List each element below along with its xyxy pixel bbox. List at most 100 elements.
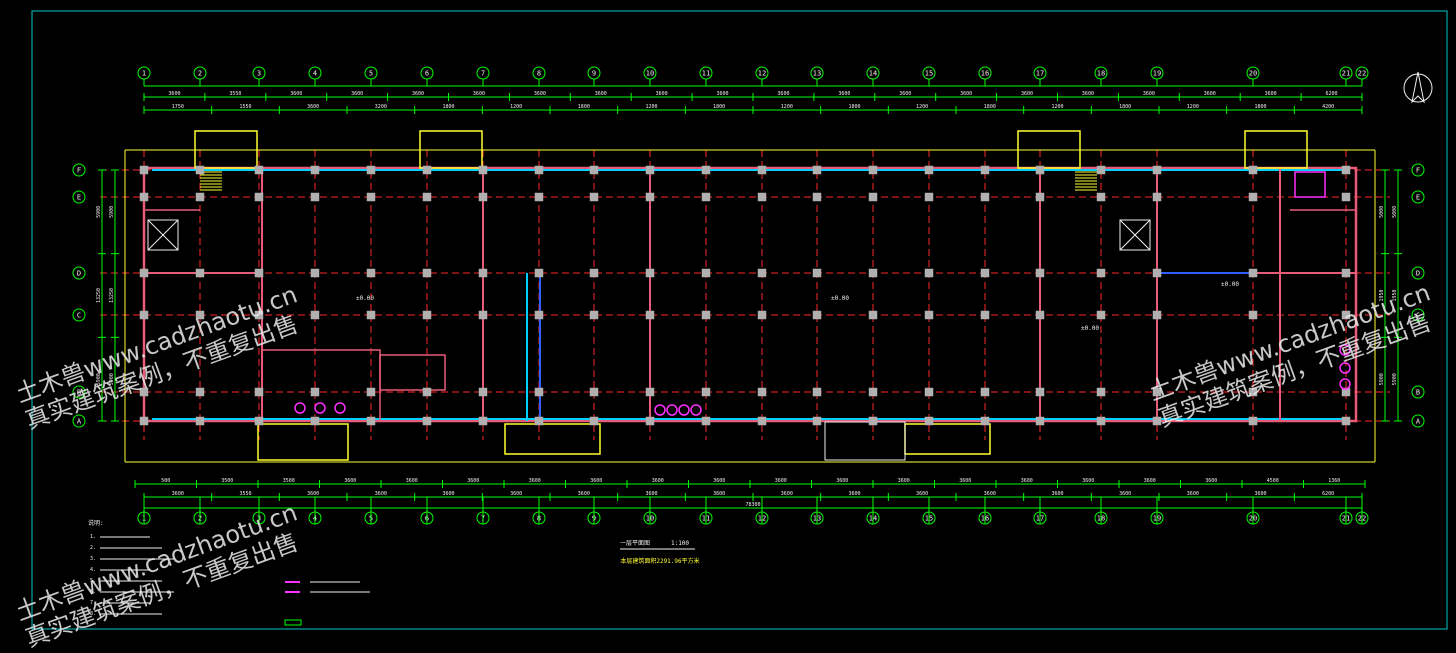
note-item: 4. [90, 567, 96, 573]
structural-column [757, 192, 767, 202]
structural-column [310, 387, 320, 397]
dimension-text: 3600 [442, 491, 454, 497]
structural-column [195, 387, 205, 397]
grid-bubble-label: 10 [646, 70, 654, 78]
dimension-text: 1200 [645, 104, 657, 110]
grid-bubble-label: 13 [813, 70, 821, 78]
structural-column [868, 310, 878, 320]
dimension-text: 1200 [1187, 104, 1199, 110]
dimension-text: 3500 [221, 478, 233, 484]
structural-column [139, 310, 149, 320]
structural-column [195, 268, 205, 278]
structural-column [366, 165, 376, 175]
grid-bubble-label: 8 [537, 70, 541, 78]
structural-column [1152, 165, 1162, 175]
structural-column [366, 192, 376, 202]
structural-column [1096, 165, 1106, 175]
dimension-text: 3600 [351, 91, 363, 97]
north-arrow-icon [1411, 71, 1425, 104]
note-item: 3. [90, 556, 96, 562]
grid-bubble-label: 3 [257, 70, 261, 78]
structural-column [478, 165, 488, 175]
dimension-text: 3600 [595, 91, 607, 97]
grid-bubble-label: 19 [1153, 70, 1161, 78]
structural-column [1152, 192, 1162, 202]
fixture-marker [690, 404, 702, 416]
structural-column [254, 387, 264, 397]
dimension-text: 3600 [529, 478, 541, 484]
structural-column [924, 192, 934, 202]
dimension-text: 3600 [656, 91, 668, 97]
dimension-text: 3600 [590, 478, 602, 484]
dimension-text: 3500 [283, 478, 295, 484]
grid-bubble-label: E [77, 194, 81, 202]
structural-column [1152, 310, 1162, 320]
grid-bubble-label: C [1416, 312, 1420, 320]
structural-column [1341, 310, 1351, 320]
structural-column [868, 268, 878, 278]
fixture-marker [314, 402, 326, 414]
structural-column [310, 268, 320, 278]
dimension-text: 5900 [109, 373, 115, 385]
dimension-text: 1800 [713, 104, 725, 110]
dimension-text: 4500 [1267, 478, 1279, 484]
drawing-scale: 1:100 [671, 540, 689, 547]
dimension-text: 5900 [109, 206, 115, 218]
structural-column [701, 165, 711, 175]
structural-column [589, 268, 599, 278]
structural-column [366, 310, 376, 320]
fixture-marker [1339, 362, 1351, 374]
grid-bubble-label: F [1416, 167, 1420, 175]
structural-column [534, 416, 544, 426]
grid-bubble-label: 5 [369, 70, 373, 78]
dimension-text: 3600 [1119, 491, 1131, 497]
structural-column [1248, 268, 1258, 278]
dimension-text: 1800 [848, 104, 860, 110]
fixture-marker [294, 402, 306, 414]
structural-column [980, 310, 990, 320]
grid-bubble-label: 22 [1358, 70, 1366, 78]
structural-column [534, 192, 544, 202]
grid-bubble-label: 6 [425, 70, 429, 78]
structural-column [1248, 310, 1258, 320]
structural-column [701, 192, 711, 202]
dimension-text: 3600 [717, 91, 729, 97]
dimension-text: 1750 [172, 104, 184, 110]
grid-bubble-label: A [77, 418, 82, 426]
dimension-text: 3600 [1021, 478, 1033, 484]
dimension-text: 3600 [307, 491, 319, 497]
dimension-text: 3600 [467, 478, 479, 484]
dimension-text: 3600 [775, 478, 787, 484]
dimension-text: 3600 [1143, 91, 1155, 97]
fixture-marker [678, 404, 690, 416]
structural-column [980, 165, 990, 175]
dimension-text: 1800 [442, 104, 454, 110]
grid-bubble-label: F [77, 167, 81, 175]
structural-column [868, 192, 878, 202]
structural-column [254, 310, 264, 320]
fixture-marker [334, 402, 346, 414]
structural-column [310, 165, 320, 175]
dimension-total: 78300 [745, 502, 760, 508]
structural-column [980, 268, 990, 278]
structural-column [589, 192, 599, 202]
structural-column [701, 268, 711, 278]
note-item: 5. [90, 578, 96, 584]
dimension-text: 3600 [916, 491, 928, 497]
structural-column [534, 310, 544, 320]
dimension-text: 3600 [713, 491, 725, 497]
structural-column [139, 268, 149, 278]
dimension-text: 13250 [109, 288, 115, 303]
dimension-text: 3600 [307, 104, 319, 110]
structural-column [868, 416, 878, 426]
grid-bubble-label: B [77, 389, 81, 397]
dimension-text: 3600 [1144, 478, 1156, 484]
dimension-text: 3600 [290, 91, 302, 97]
structural-column [310, 416, 320, 426]
grid-bubble-label: 16 [981, 70, 989, 78]
cad-viewport[interactable]: ±0.00 ±0.00 ±0.00 ±0.00 3600 3550 3600 3600 3600… [0, 0, 1456, 653]
structural-column [254, 268, 264, 278]
structural-column [478, 310, 488, 320]
structural-column [757, 165, 767, 175]
dimension-text: 3600 [836, 478, 848, 484]
